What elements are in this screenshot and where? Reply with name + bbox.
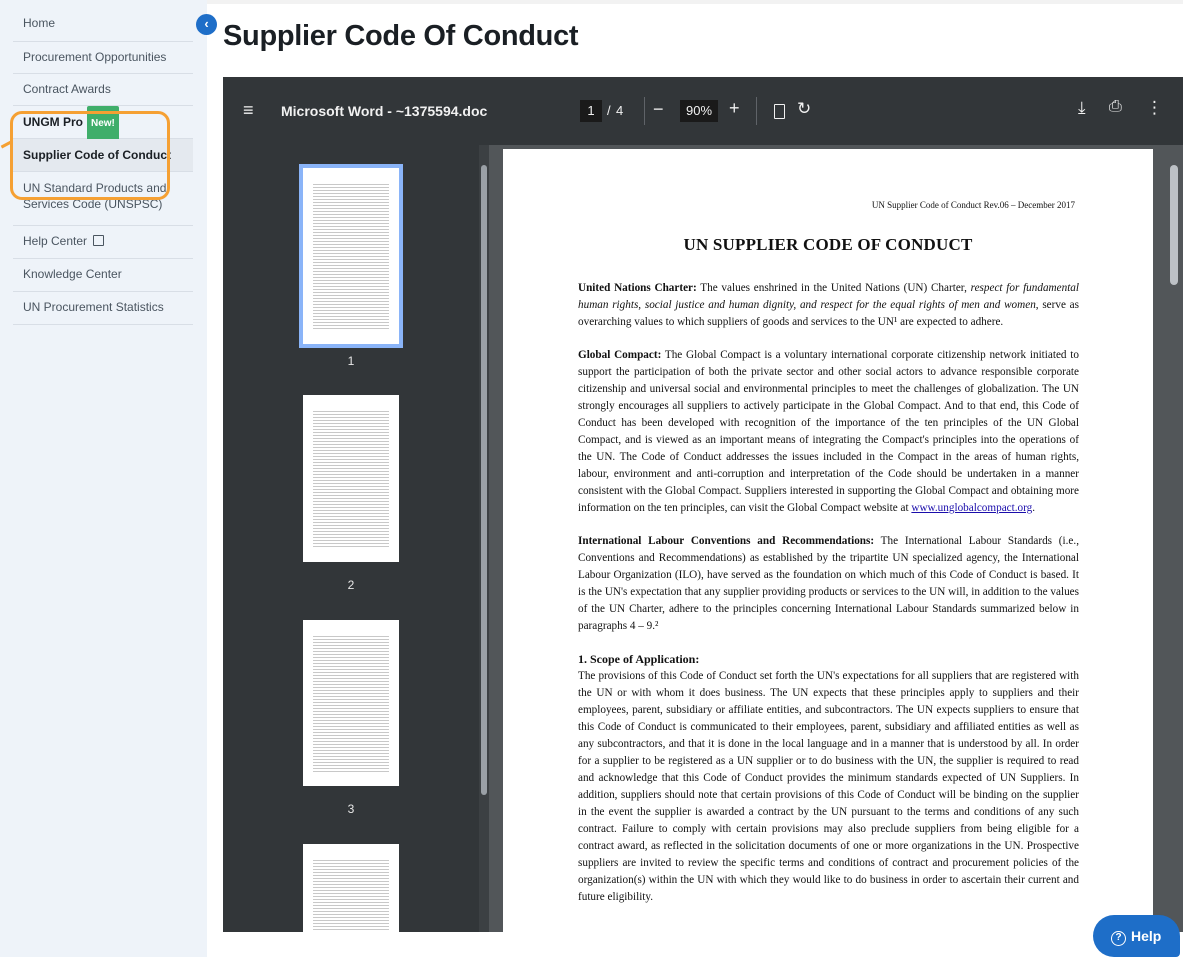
thumbnail-scrollbar[interactable]: [479, 145, 489, 932]
paragraph-text: .: [1032, 502, 1036, 514]
sidebar-item-contract-awards[interactable]: Contract Awards: [13, 74, 193, 106]
sidebar-item-label: UNGM Pro: [23, 115, 83, 129]
sidebar-item-label: UN Procurement Statistics: [23, 300, 164, 314]
sidebar-item-supplier-code-of-conduct[interactable]: Supplier Code of Conduct: [13, 139, 193, 172]
toolbar-divider: [644, 97, 645, 125]
zoom-out-button[interactable]: −: [653, 99, 664, 120]
document-scrollbar[interactable]: [1167, 145, 1183, 932]
page-thumbnail[interactable]: [303, 620, 399, 786]
paragraph-lead: Global Compact:: [578, 349, 662, 361]
thumbnail-content: [313, 858, 389, 930]
print-icon[interactable]: ⎙: [1109, 98, 1122, 116]
highlight-annotation-pointer: [0, 140, 13, 149]
thumbnail-content: [313, 182, 389, 330]
sidebar-item-label: UN Standard Products and Services Code (…: [23, 181, 167, 211]
paragraph-text: The International Labour Standards (i.e.…: [578, 535, 1079, 632]
thumbnail-page-number: 3: [347, 802, 355, 816]
help-icon: ?: [1111, 931, 1126, 946]
document-body: United Nations Charter: The values enshr…: [578, 280, 1079, 906]
sidebar-item-label: Supplier Code of Conduct: [23, 148, 171, 162]
sidebar-item-unspsc[interactable]: UN Standard Products and Services Code (…: [13, 172, 193, 226]
page-number-input[interactable]: 1: [580, 100, 602, 122]
page-separator: /: [607, 103, 611, 118]
sidebar-item-label: Home: [23, 16, 56, 30]
zoom-level-input[interactable]: 90%: [680, 100, 718, 122]
paragraph-un-charter: United Nations Charter: The values enshr…: [578, 280, 1079, 331]
sidebar-item-label: Procurement Opportunities: [23, 50, 167, 64]
sidebar-item-label: Help Center: [23, 234, 88, 248]
paragraph-lead: United Nations Charter:: [578, 282, 697, 294]
pdf-viewer: ≡ Microsoft Word - ~1375594.doc 1 / 4 − …: [223, 77, 1183, 932]
pdf-toolbar: ≡ Microsoft Word - ~1375594.doc 1 / 4 − …: [223, 77, 1183, 145]
scrollbar-handle[interactable]: [481, 165, 487, 795]
zoom-in-button[interactable]: +: [729, 98, 740, 119]
page-thumbnail[interactable]: [299, 164, 403, 348]
download-icon[interactable]: ⤓: [1078, 98, 1086, 118]
page-title: Supplier Code Of Conduct: [223, 20, 579, 52]
rotate-icon[interactable]: ↻: [797, 99, 811, 119]
global-compact-link[interactable]: www.unglobalcompact.org: [911, 502, 1032, 514]
paragraph-lead: International Labour Conventions and Rec…: [578, 535, 875, 547]
external-link-icon: [93, 235, 105, 246]
paragraph-labour-conventions: International Labour Conventions and Rec…: [578, 533, 1079, 635]
sidebar: Home Procurement Opportunities Contract …: [0, 0, 207, 957]
more-options-icon[interactable]: ⋮: [1146, 98, 1163, 118]
sidebar-item-label: Contract Awards: [23, 82, 111, 96]
collapse-sidebar-button[interactable]: ‹: [196, 14, 217, 35]
toolbar-divider: [756, 97, 757, 125]
thumbnail-page-number: 2: [347, 578, 355, 592]
document-running-header: UN Supplier Code of Conduct Rev.06 – Dec…: [871, 200, 1075, 210]
sidebar-item-knowledge-center[interactable]: Knowledge Center: [13, 259, 193, 292]
thumbnail-content: [313, 409, 389, 548]
thumbnail-content: [313, 634, 389, 772]
new-badge: New!: [87, 106, 119, 141]
sidebar-item-procurement-opportunities[interactable]: Procurement Opportunities: [13, 42, 193, 74]
scrollbar-handle[interactable]: [1170, 165, 1178, 285]
sidebar-item-help-center[interactable]: Help Center: [13, 226, 193, 259]
sidebar-item-label: Knowledge Center: [23, 267, 122, 281]
section-heading: 1. Scope of Application:: [578, 652, 700, 666]
paragraph-text: The Global Compact is a voluntary intern…: [578, 349, 1079, 514]
paragraph-text: The values enshrined in the United Natio…: [696, 282, 971, 294]
document-page: UN Supplier Code of Conduct Rev.06 – Dec…: [503, 149, 1153, 932]
menu-icon[interactable]: ≡: [243, 101, 254, 119]
document-title: UN SUPPLIER CODE OF CONDUCT: [683, 235, 973, 254]
thumbnail-sidebar: 1 2 3: [223, 145, 489, 932]
paragraph-global-compact: Global Compact: The Global Compact is a …: [578, 347, 1079, 517]
total-pages: 4: [616, 103, 624, 118]
sidebar-item-procurement-statistics[interactable]: UN Procurement Statistics: [13, 292, 193, 325]
help-button[interactable]: ? Help: [1093, 915, 1180, 957]
document-file-title: Microsoft Word - ~1375594.doc: [281, 103, 488, 119]
section-text: The provisions of this Code of Conduct s…: [578, 670, 1079, 903]
fit-page-icon[interactable]: [774, 104, 785, 119]
page-thumbnail[interactable]: [303, 395, 399, 562]
sidebar-item-home[interactable]: Home: [13, 8, 193, 42]
page-thumbnail[interactable]: [303, 844, 399, 932]
thumbnail-page-number: 1: [347, 354, 355, 368]
help-label: Help: [1131, 928, 1162, 944]
sidebar-item-ungm-pro[interactable]: UNGM Pro New!: [13, 106, 193, 141]
